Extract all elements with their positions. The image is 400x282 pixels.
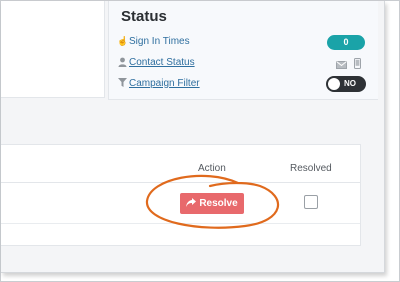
left-panel xyxy=(1,1,105,98)
resolved-checkbox[interactable] xyxy=(304,195,318,209)
toggle-knob xyxy=(328,78,340,90)
contact-channel-icons xyxy=(336,56,361,74)
toggle-label: NO xyxy=(344,79,356,88)
user-icon xyxy=(117,57,127,67)
share-arrow-icon xyxy=(186,197,197,210)
status-row-sign-in-times[interactable]: ☝ Sign In Times xyxy=(117,34,190,48)
envelope-icon xyxy=(336,56,347,74)
status-title: Status xyxy=(121,8,167,25)
contact-status-link[interactable]: Contact Status xyxy=(129,57,195,68)
action-column-header: Action xyxy=(198,163,226,174)
status-row-contact-status[interactable]: Contact Status xyxy=(117,55,195,69)
campaign-filter-toggle[interactable]: NO xyxy=(326,76,366,92)
campaign-filter-link[interactable]: Campaign Filter xyxy=(129,78,200,89)
sign-in-times-link[interactable]: Sign In Times xyxy=(129,36,190,47)
resolve-button-label: Resolve xyxy=(199,198,238,209)
resolve-button[interactable]: Resolve xyxy=(180,193,244,214)
sign-in-count-badge: 0 xyxy=(327,35,365,50)
filter-icon xyxy=(117,78,127,88)
mobile-phone-icon xyxy=(354,56,361,74)
status-panel: Status ☝ Sign In Times 0 Contact Status … xyxy=(108,1,378,100)
status-row-campaign-filter[interactable]: Campaign Filter xyxy=(117,76,200,90)
resolved-column-header: Resolved xyxy=(290,163,332,174)
pointer-hand-icon: ☝ xyxy=(117,36,129,46)
table-header-row: Action Resolved xyxy=(1,145,360,183)
